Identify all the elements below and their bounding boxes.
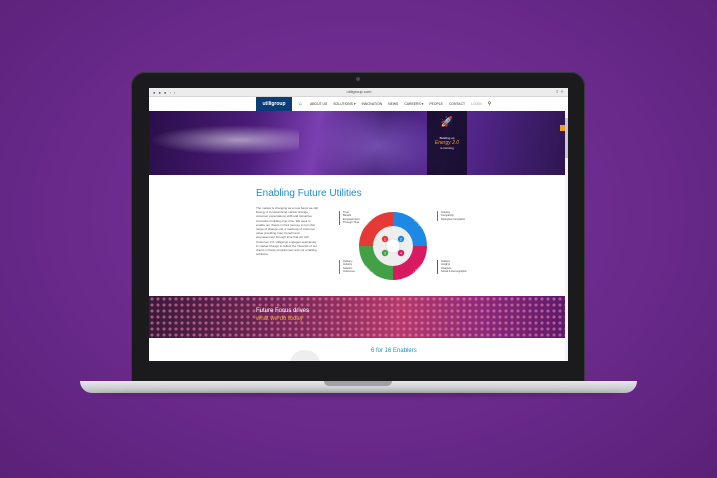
enablers-title: 6 for 16 Enablers <box>371 348 417 354</box>
laptop-lid: ● ● ● ‹ › utiligroup.com ⇪ ＋ utiligroup … <box>131 72 585 383</box>
future-focus-band: Future Focus drives what we do today <box>149 296 568 338</box>
wheel-number: 4 <box>400 251 402 255</box>
nav-item-about[interactable]: ABOUT US <box>310 102 327 106</box>
laptop-screen: ● ● ● ‹ › utiligroup.com ⇪ ＋ utiligroup … <box>149 88 568 361</box>
energy-promo-card[interactable]: 🚀 Building up Energy 2.0 is Coming <box>427 111 467 175</box>
band-heading: Future Focus drives <box>256 308 310 314</box>
band-subheading: what we do today <box>256 316 303 322</box>
promo-line-3: is Coming <box>440 146 454 150</box>
nav-item-news[interactable]: NEWS <box>388 102 398 106</box>
address-bar[interactable]: utiligroup.com <box>334 89 384 94</box>
dot-pattern <box>149 296 568 338</box>
site-logo[interactable]: utiligroup <box>256 97 292 111</box>
section-title: Enabling Future Utilities <box>256 188 362 199</box>
browser-actions[interactable]: ⇪ ＋ <box>556 89 564 95</box>
main-nav: ⌂ ABOUT US SOLUTIONS ▾ INNOVATION NEWS C… <box>299 97 491 111</box>
nav-item-solutions[interactable]: SOLUTIONS ▾ <box>333 102 355 106</box>
wheel-number: 3 <box>384 251 386 255</box>
list-data: Industry Insights Analytics Social & Dem… <box>437 260 467 274</box>
scrollbar-thumb[interactable] <box>565 118 568 158</box>
nav-item-login[interactable]: LOGIN <box>471 102 482 106</box>
list-item: Social & Demographic <box>441 270 467 274</box>
hero-banner: 🚀 Building up Energy 2.0 is Coming <box>149 111 568 175</box>
list-innovation: Delivery Industry Solution Outcomes <box>339 260 355 274</box>
list-item: Disruptive Innovation <box>441 217 466 221</box>
section-body: The market is changing as a new basis we… <box>256 206 318 257</box>
nav-item-contact[interactable]: CONTACT <box>449 102 465 106</box>
search-icon[interactable]: ⚲ <box>488 101 492 107</box>
home-icon[interactable]: ⌂ <box>299 101 304 107</box>
nav-item-careers[interactable]: CAREERS ▾ <box>404 102 423 106</box>
nav-item-innovation[interactable]: INNOVATION <box>362 102 383 106</box>
enablers-graphic <box>290 350 320 361</box>
enablers-wheel[interactable]: 1 2 3 4 Customer 2.0 Change Agility Inno… <box>354 206 432 286</box>
list-change: Industry Complexity Disruptive Innovatio… <box>437 211 466 222</box>
wheel-center <box>385 238 401 254</box>
laptop-notch <box>324 381 392 386</box>
camera-icon <box>356 77 360 81</box>
wheel-number: 1 <box>384 237 386 241</box>
rocket-icon: 🚀 <box>440 117 454 128</box>
browser-toolbar: ● ● ● ‹ › utiligroup.com ⇪ ＋ <box>149 88 568 97</box>
window-controls[interactable]: ● ● ● ‹ › <box>153 90 176 95</box>
nav-item-people[interactable]: PEOPLE <box>429 102 443 106</box>
laptop-shadow <box>95 392 622 396</box>
light-streak <box>149 125 299 155</box>
wheel-number: 2 <box>400 237 402 241</box>
site-header: utiligroup ⌂ ABOUT US SOLUTIONS ▾ INNOVA… <box>149 97 568 112</box>
